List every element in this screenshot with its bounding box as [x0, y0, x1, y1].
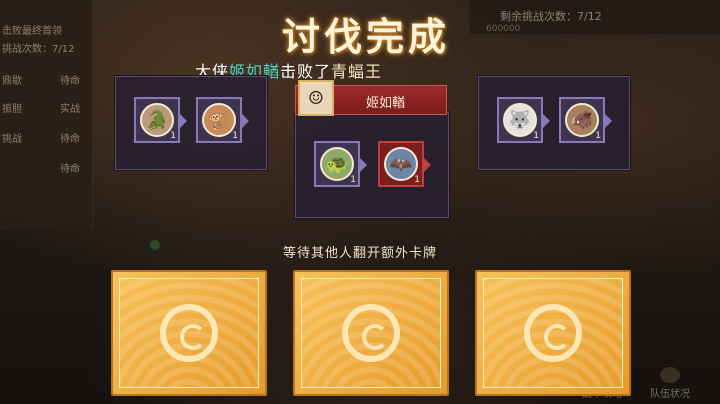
reward-panel-right: 🐺 1 🐗 1	[478, 76, 630, 170]
bg-row: 振胆 实战	[2, 104, 80, 115]
auspicious-cloud-icon	[160, 304, 218, 362]
face-down-card[interactable]	[475, 270, 631, 396]
turtle-portrait-icon: 🐢	[320, 147, 354, 181]
reward-item[interactable]: 🐢 1	[314, 141, 367, 187]
reward-item[interactable]: 🐺 1	[497, 97, 550, 143]
item-count: 1	[595, 131, 601, 141]
bg-team-status-button: 队伍状况	[650, 367, 690, 400]
auspicious-cloud-icon	[342, 304, 400, 362]
boar-portrait-icon: 🐗	[565, 103, 599, 137]
winner-name-bar: ☺ 姬如輶	[295, 80, 447, 116]
boss-name: 青蝠王	[331, 62, 383, 81]
reward-item[interactable]: 🐗 1	[559, 97, 612, 143]
hero-portrait-icon: ☺	[298, 80, 334, 116]
winner-name: 姬如輶	[366, 96, 406, 111]
white-beast-portrait-icon: 🐺	[503, 103, 537, 137]
background-challenge-info: 剩余挑战次数：7/12 600000	[470, 0, 720, 34]
bg-score: 600000	[486, 24, 521, 34]
reward-item[interactable]: 🐒 1	[196, 97, 249, 143]
bg-remaining-attempts: 剩余挑战次数：7/12	[500, 10, 602, 23]
item-count: 1	[170, 131, 176, 141]
bg-row: 击败最终首领	[2, 26, 62, 37]
face-down-card[interactable]	[111, 270, 267, 396]
crocodile-portrait-icon: 🐊	[140, 103, 174, 137]
auspicious-cloud-icon	[524, 304, 582, 362]
reward-item-selected[interactable]: 🦇 1	[378, 141, 431, 187]
background-status-list: 击败最终首领 挑战次数：7/12 鼎歇 待命 振胆 实战 挑战 待命 待命	[0, 0, 93, 230]
page-title: 讨伐完成	[282, 14, 451, 59]
bg-row: 鼎歇 待命	[2, 76, 80, 87]
bat-king-portrait-icon: 🦇	[384, 147, 418, 181]
reward-item[interactable]: 🐊 1	[134, 97, 187, 143]
waiting-message: 等待其他人翻开额外卡牌	[282, 246, 437, 261]
reward-panel-left: 🐊 1 🐒 1	[115, 76, 267, 170]
reward-panel-winner: 🐢 1 🦇 1	[295, 112, 449, 218]
team-icon	[660, 367, 680, 383]
monkey-portrait-icon: 🐒	[202, 103, 236, 137]
bg-row: 挑战 待命	[2, 134, 80, 145]
item-count: 1	[414, 175, 420, 185]
bg-row: 挑战次数：7/12	[2, 44, 75, 55]
face-down-card[interactable]	[293, 270, 449, 396]
item-count: 1	[232, 131, 238, 141]
item-count: 1	[350, 175, 356, 185]
item-count: 1	[533, 131, 539, 141]
